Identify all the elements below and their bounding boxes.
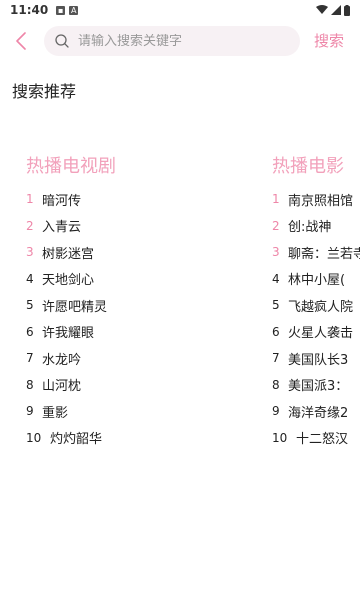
list-item[interactable]: 9 重影 (26, 398, 266, 425)
list-item[interactable]: 10 灼灼韶华 (26, 425, 266, 452)
status-indicators (316, 4, 350, 16)
rank-number: 3 (272, 245, 280, 260)
title-text: 南京照相馆 (288, 193, 354, 209)
rank-number: 6 (272, 324, 280, 339)
rank-number: 10 (272, 430, 288, 445)
back-button[interactable] (8, 28, 34, 54)
rank-number: 7 (272, 351, 280, 366)
title-text: 许我耀眼 (42, 326, 95, 342)
rank-number: 5 (272, 298, 280, 313)
rank-number: 2 (26, 218, 34, 233)
download-icon: A (69, 5, 79, 15)
rank-number: 5 (26, 298, 34, 313)
search-bar: 搜索 (0, 24, 360, 58)
title-text: 聊斋：兰若寺 (288, 246, 360, 262)
list-item[interactable]: 3 聊斋：兰若寺 (272, 239, 360, 266)
wifi-icon (316, 5, 328, 14)
list-item[interactable]: 10 十二怒汉 (272, 425, 360, 452)
rank-number: 7 (26, 351, 34, 366)
title-text: 入青云 (42, 220, 82, 236)
list-item[interactable]: 8 美国派3： (272, 372, 360, 399)
rank-number: 9 (26, 404, 34, 419)
list-item[interactable]: 2 入青云 (26, 213, 266, 240)
title-text: 许愿吧精灵 (42, 299, 108, 315)
list-item[interactable]: 1 南京照相馆 (272, 186, 360, 213)
list-item[interactable]: 3 树影迷宫 (26, 239, 266, 266)
movie-ranking-title: 热播电影 (272, 156, 344, 177)
list-item[interactable]: 7 水龙吟 (26, 345, 266, 372)
chevron-left-icon (16, 32, 26, 50)
list-item[interactable]: 2 创:战神 (272, 213, 360, 240)
tv-ranking-title: 热播电视剧 (26, 156, 116, 177)
search-box[interactable] (44, 26, 300, 56)
search-submit-button[interactable]: 搜索 (314, 30, 344, 51)
search-input[interactable] (78, 33, 278, 49)
list-item[interactable]: 5 飞越疯人院 (272, 292, 360, 319)
rank-number: 3 (26, 245, 34, 260)
title-text: 火星人袭击 (288, 326, 354, 342)
list-item[interactable]: 4 林中小屋( (272, 266, 360, 293)
status-bar: 11:40 ▪ A (0, 0, 360, 20)
list-item[interactable]: 6 火星人袭击 (272, 319, 360, 346)
list-item[interactable]: 6 许我耀眼 (26, 319, 266, 346)
title-text: 暗河传 (42, 193, 82, 209)
list-item[interactable]: 9 海洋奇缘2 (272, 398, 360, 425)
rank-number: 8 (26, 377, 34, 392)
rank-number: 9 (272, 404, 280, 419)
title-text: 美国派3： (288, 379, 349, 395)
list-item[interactable]: 5 许愿吧精灵 (26, 292, 266, 319)
list-item[interactable]: 1 暗河传 (26, 186, 266, 213)
title-text: 美国队长3 (288, 352, 349, 368)
rank-number: 10 (26, 430, 42, 445)
rank-number: 8 (272, 377, 280, 392)
title-text: 水龙吟 (42, 352, 82, 368)
title-text: 创:战神 (288, 220, 332, 236)
rank-number: 4 (26, 271, 34, 286)
status-time: 11:40 (10, 3, 49, 17)
rank-number: 2 (272, 218, 280, 233)
title-text: 林中小屋( (288, 273, 346, 289)
battery-icon (344, 4, 350, 16)
signal-icon (331, 5, 341, 15)
notification-icon: ▪ (56, 5, 66, 15)
movie-ranking-list: 热播电影 1 南京照相馆 2 创:战神 3 聊斋：兰若寺 4 林中小屋( 5 飞越疯人院 … (272, 152, 360, 451)
search-icon (54, 33, 70, 49)
title-text: 山河枕 (42, 379, 82, 395)
rank-number: 1 (272, 192, 280, 207)
title-text: 天地剑心 (42, 273, 95, 289)
title-text: 树影迷宫 (42, 246, 95, 262)
title-text: 飞越疯人院 (288, 299, 354, 315)
rank-number: 1 (26, 192, 34, 207)
list-item[interactable]: 4 天地剑心 (26, 266, 266, 293)
title-text: 灼灼韶华 (50, 432, 103, 448)
section-title: 搜索推荐 (12, 82, 77, 101)
title-text: 重影 (42, 405, 69, 421)
rank-number: 4 (272, 271, 280, 286)
rank-number: 6 (26, 324, 34, 339)
list-item[interactable]: 8 山河枕 (26, 372, 266, 399)
title-text: 海洋奇缘2 (288, 405, 349, 421)
list-item[interactable]: 7 美国队长3 (272, 345, 360, 372)
title-text: 十二怒汉 (296, 432, 349, 448)
tv-ranking-list: 热播电视剧 1 暗河传 2 入青云 3 树影迷宫 4 天地剑心 5 许愿吧精灵 6 许我耀眼… (26, 152, 266, 451)
